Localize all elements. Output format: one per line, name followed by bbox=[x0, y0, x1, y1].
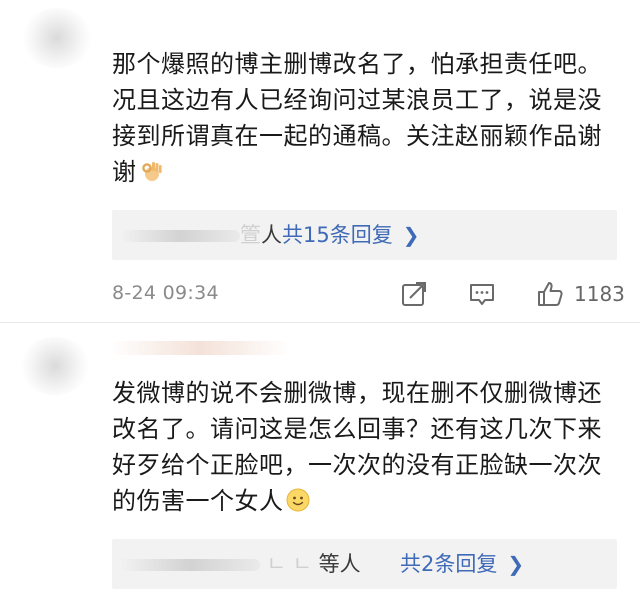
repost-icon[interactable] bbox=[400, 280, 428, 308]
comment-meta: 8-24 09:34 1183 bbox=[112, 278, 625, 314]
ok-hand-emoji bbox=[139, 157, 163, 181]
comment-icon[interactable] bbox=[468, 280, 496, 308]
view-replies-link[interactable]: 共2条回复 ❯ bbox=[400, 539, 524, 589]
reply-user-names: 箮人 bbox=[120, 210, 282, 260]
like-icon[interactable] bbox=[536, 280, 564, 308]
chevron-right-icon: ❯ bbox=[507, 552, 525, 576]
reply-preview[interactable]: ㄴ ㄴ 等人 共2条回复 ❯ bbox=[112, 539, 617, 589]
avatar[interactable] bbox=[20, 337, 90, 395]
like-count: 1183 bbox=[574, 282, 625, 306]
smile-emoji bbox=[286, 486, 310, 512]
comment-text: 那个爆照的博主删博改名了，怕承担责任吧。况且这边有人已经询问过某浪员工了，说是没… bbox=[112, 50, 602, 186]
reply-preview[interactable]: 箮人 共15条回复 ❯ bbox=[112, 210, 617, 260]
reply-user-names: ㄴ ㄴ 等人 bbox=[120, 539, 361, 589]
user-name[interactable] bbox=[110, 341, 290, 355]
comment-item: 发微博的说不会删微博，现在删不仅删微博还改名了。请问这是怎么回事？还有这几次下来… bbox=[0, 323, 640, 606]
view-replies-link[interactable]: 共15条回复 ❯ bbox=[282, 210, 420, 260]
comment-item: 那个爆照的博主删博改名了，怕承担责任吧。况且这边有人已经询问过某浪员工了，说是没… bbox=[0, 0, 640, 322]
comment-text: 发微博的说不会删微博，现在删不仅删微博还改名了。请问这是怎么回事？还有这几次下来… bbox=[112, 379, 602, 515]
avatar[interactable] bbox=[22, 8, 92, 68]
chevron-right-icon: ❯ bbox=[402, 223, 420, 247]
comment-time: 8-24 09:34 bbox=[112, 282, 219, 304]
